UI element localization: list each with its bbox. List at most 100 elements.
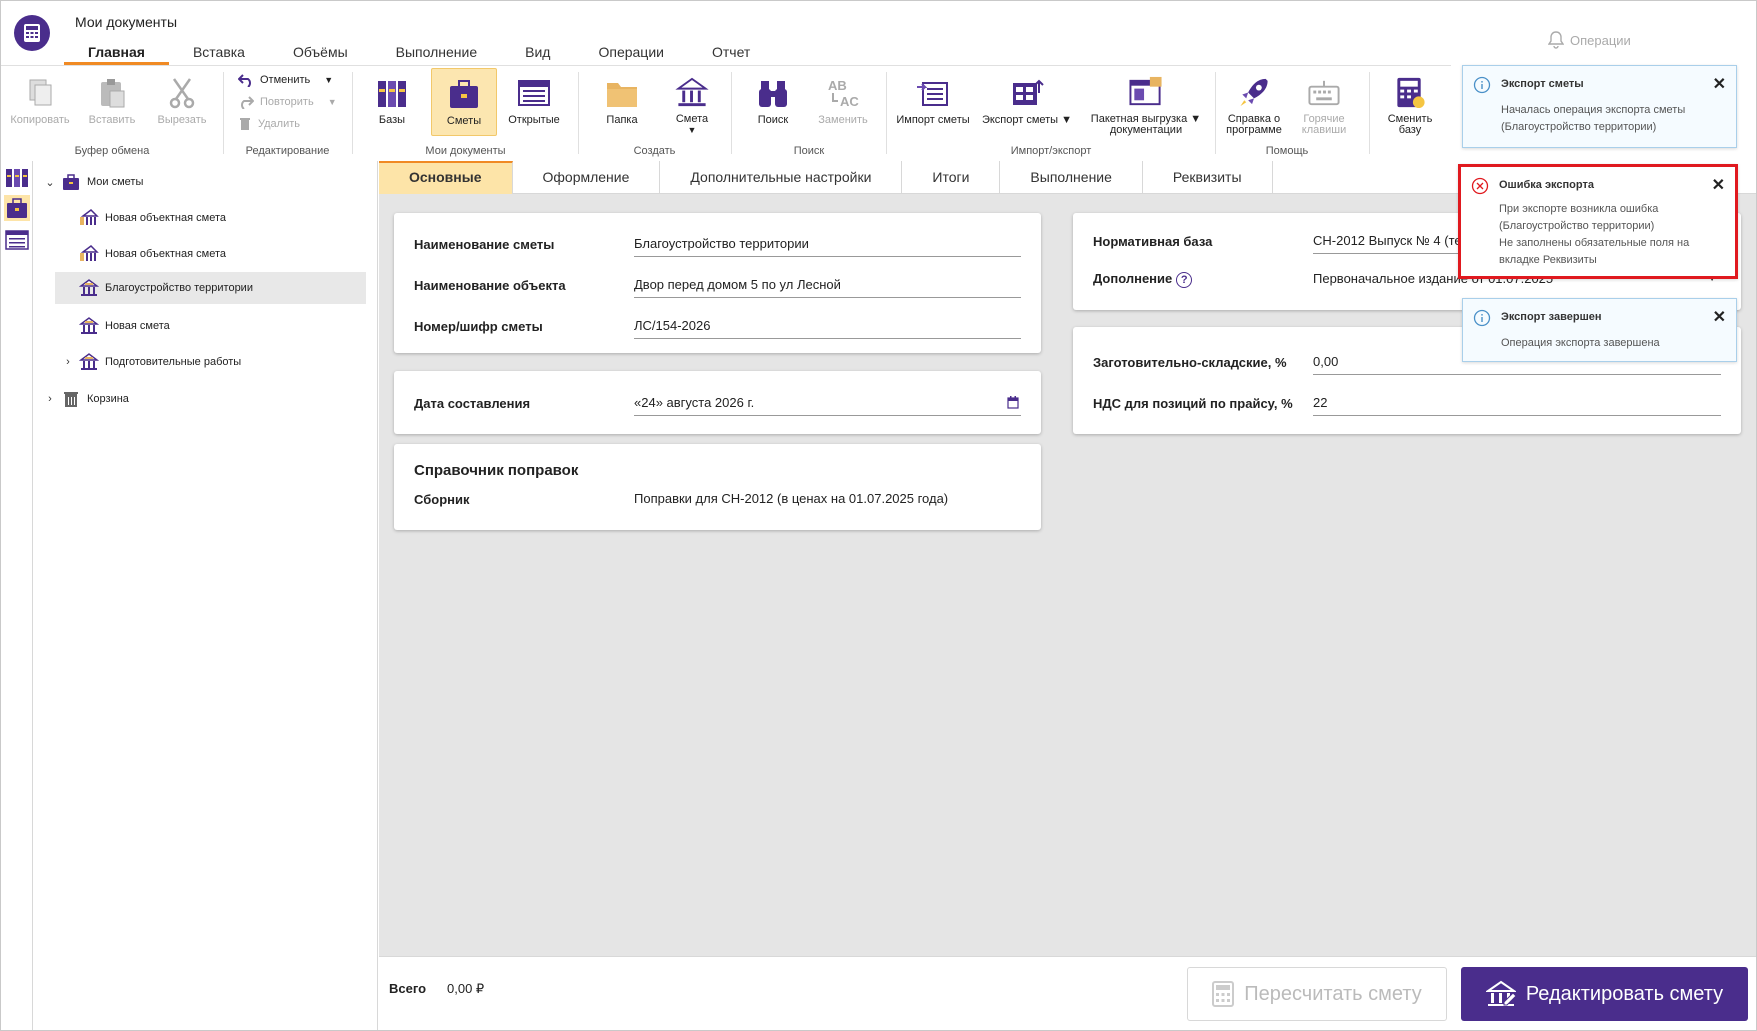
- chevron-right-icon[interactable]: ›: [43, 393, 57, 405]
- folder-button[interactable]: Папка: [589, 68, 655, 136]
- collection-row: Сборник Поправки для СН-2012 (в ценах на…: [414, 484, 1021, 514]
- edit-group-label: Редактирование: [245, 145, 330, 157]
- open-rail-icon[interactable]: [4, 227, 30, 253]
- estimate-building-icon: [79, 317, 99, 334]
- estimate-name-field[interactable]: Благоустройство территории: [634, 231, 1021, 257]
- info-icon: [1473, 76, 1491, 94]
- tree-trash[interactable]: › Корзина: [43, 383, 363, 415]
- notification-export-done: Экспорт завершен ✕ Операция экспорта зав…: [1462, 298, 1737, 362]
- info-icon: [1473, 309, 1491, 327]
- corrections-card: Справочник поправок Сборник Поправки для…: [394, 444, 1041, 530]
- keyboard-icon: [1308, 80, 1340, 106]
- recalculate-button[interactable]: Пересчитать смету: [1187, 967, 1447, 1021]
- menu-report[interactable]: Отчет: [688, 41, 774, 65]
- date-card: Дата составления «24» августа 2026 г.: [394, 371, 1041, 434]
- total-label: Всего: [389, 981, 427, 996]
- operations-button[interactable]: Операции: [1548, 31, 1631, 49]
- impexp-group: Импорт сметы Экспорт сметы ▼ Пакетная вы…: [887, 66, 1215, 161]
- notification-export-error: Ошибка экспорта ✕ При экспорте возникла …: [1458, 164, 1738, 279]
- menu-insert[interactable]: Вставка: [169, 41, 269, 65]
- building-edit-icon: [1485, 980, 1516, 1006]
- create-group: Папка Смета ▼ Создать: [579, 66, 730, 161]
- tab-totals[interactable]: Итоги: [902, 161, 1001, 194]
- replace-button[interactable]: AB AC Заменить: [810, 68, 876, 136]
- svg-text:AB: AB: [828, 78, 847, 93]
- menu-volumes[interactable]: Объёмы: [269, 41, 372, 65]
- bases-button[interactable]: Базы: [359, 68, 425, 136]
- clipboard-group: Копировать Вставить Вырезать Буфер обмен…: [1, 66, 223, 161]
- delete-button[interactable]: Удалить: [238, 114, 300, 134]
- folder-icon: [607, 83, 637, 107]
- estimate-code-row: Номер/шифр сметы ЛС/154-2026: [414, 311, 1021, 341]
- open-docs-button[interactable]: Открытые: [501, 68, 567, 136]
- export-estimate-button[interactable]: Экспорт сметы ▼: [979, 68, 1075, 136]
- import-estimate-button[interactable]: Импорт сметы: [893, 68, 973, 136]
- about-button[interactable]: Справка о программе: [1220, 68, 1288, 136]
- tab-execution[interactable]: Выполнение: [1000, 161, 1143, 194]
- tree-item-selected[interactable]: Благоустройство территории: [55, 272, 366, 304]
- search-button[interactable]: Поиск: [740, 68, 806, 136]
- impexp-group-label: Импорт/экспорт: [1010, 145, 1092, 157]
- paste-button[interactable]: Вставить: [79, 68, 145, 136]
- undo-icon: [238, 74, 251, 87]
- tree-item[interactable]: Новая объектная смета: [61, 238, 371, 270]
- app-title: Мои документы: [75, 14, 178, 30]
- paste-icon: [101, 79, 125, 108]
- window-list-icon: [518, 80, 550, 106]
- vat-field[interactable]: 22: [1313, 390, 1721, 416]
- close-icon[interactable]: ✕: [1712, 175, 1725, 195]
- batch-export-button[interactable]: Пакетная выгрузка ▼ документации: [1081, 68, 1211, 136]
- tree-item[interactable]: Новая смета: [61, 310, 371, 342]
- cut-button[interactable]: Вырезать: [149, 68, 215, 136]
- tab-extra-settings[interactable]: Дополнительные настройки: [660, 161, 903, 194]
- estimates-rail-icon[interactable]: [4, 195, 30, 221]
- app-window: Мои документы Главная Вставка Объёмы Вып…: [0, 0, 1757, 1031]
- estimate-code-field[interactable]: ЛС/154-2026: [634, 313, 1021, 339]
- help-group-label: Помощь: [1265, 145, 1309, 157]
- menu-view[interactable]: Вид: [501, 41, 574, 65]
- chevron-right-icon[interactable]: ›: [61, 356, 75, 368]
- bases-rail-icon[interactable]: [4, 165, 30, 191]
- tree-root[interactable]: ⌄ Мои сметы: [43, 166, 363, 198]
- redo-button[interactable]: Повторить ▼: [238, 92, 337, 112]
- estimate-building-icon: [79, 353, 99, 370]
- date-row: Дата составления «24» августа 2026 г.: [414, 388, 1021, 418]
- corrections-title: Справочник поправок: [414, 462, 579, 479]
- new-estimate-button[interactable]: Смета ▼: [659, 68, 725, 136]
- edit-estimate-button[interactable]: Редактировать смету: [1461, 967, 1748, 1021]
- building-icon: [675, 77, 709, 107]
- object-name-row: Наименование объекта Двор перед домом 5 …: [414, 270, 1021, 300]
- tree-item[interactable]: Новая объектная смета: [61, 202, 371, 234]
- left-rail: [1, 161, 33, 1030]
- hotkeys-button[interactable]: Горячие клавиши: [1290, 68, 1358, 136]
- tab-requisites[interactable]: Реквизиты: [1143, 161, 1273, 194]
- close-icon[interactable]: ✕: [1713, 307, 1726, 327]
- menu-execution[interactable]: Выполнение: [372, 41, 501, 65]
- calculator-icon: [1212, 981, 1235, 1007]
- tab-main[interactable]: Основные: [379, 161, 513, 194]
- chevron-down-icon[interactable]: ⌄: [43, 176, 57, 189]
- collection-value[interactable]: Поправки для СН-2012 (в ценах на 01.07.2…: [634, 486, 1021, 512]
- date-field[interactable]: «24» августа 2026 г.: [634, 390, 1021, 416]
- app-logo-icon[interactable]: [14, 15, 50, 51]
- create-group-label: Создать: [633, 145, 676, 157]
- mydocs-group-label: Мои документы: [425, 145, 506, 157]
- object-name-field[interactable]: Двор перед домом 5 по ул Лесной: [634, 272, 1021, 298]
- close-icon[interactable]: ✕: [1713, 74, 1726, 94]
- calendar-icon[interactable]: [1007, 396, 1019, 409]
- trash-icon: [64, 392, 78, 407]
- menu-home[interactable]: Главная: [64, 41, 169, 65]
- trash-icon: [240, 118, 250, 130]
- copy-button[interactable]: Копировать: [7, 68, 73, 136]
- undo-button[interactable]: Отменить ▼: [238, 70, 333, 90]
- change-base-button[interactable]: Сменить базу: [1377, 68, 1443, 136]
- vat-row: НДС для позиций по прайсу, % 22: [1093, 388, 1721, 418]
- rocket-icon: [1240, 78, 1268, 107]
- estimates-button[interactable]: Сметы: [431, 68, 497, 136]
- tab-design[interactable]: Оформление: [513, 161, 661, 194]
- menu-operations[interactable]: Операции: [574, 41, 688, 65]
- estimate-info-card: Наименование сметы Благоустройство терри…: [394, 213, 1041, 353]
- tree-item[interactable]: › Подготовительные работы: [61, 346, 371, 378]
- help-question-icon[interactable]: ?: [1176, 271, 1193, 288]
- briefcase-icon: [63, 174, 79, 190]
